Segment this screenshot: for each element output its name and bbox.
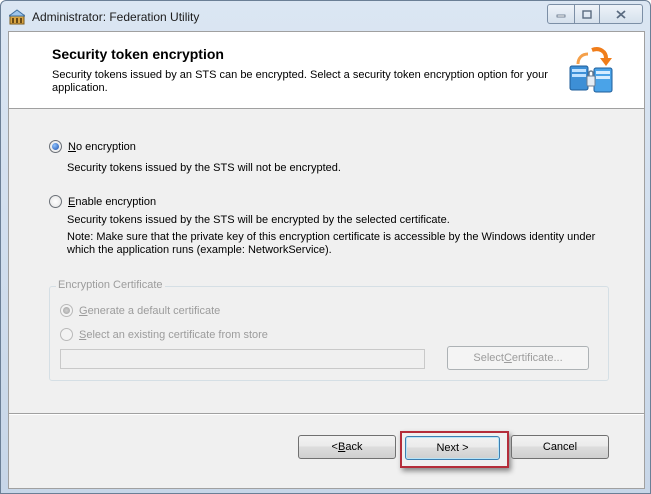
select-existing-certificate-label[interactable]: Select an existing certificate from stor… — [79, 329, 268, 341]
certificate-path-field[interactable] — [60, 349, 425, 369]
wizard-client-area: Security token encryption Security token… — [8, 31, 645, 489]
caption-buttons — [547, 4, 643, 24]
window-title: Administrator: Federation Utility — [32, 10, 200, 24]
close-button[interactable] — [600, 4, 643, 24]
enable-encryption-label[interactable]: Enable encryption — [68, 196, 156, 208]
no-encryption-description: Security tokens issued by the STS will n… — [67, 162, 341, 174]
select-existing-certificate-option[interactable]: Select an existing certificate from stor… — [60, 328, 268, 341]
select-existing-certificate-radio[interactable] — [60, 328, 73, 341]
select-certificate-button[interactable]: Select Certificate... — [447, 346, 589, 370]
no-encryption-label[interactable]: No encryption — [68, 141, 136, 153]
minimize-button[interactable] — [547, 4, 575, 24]
generate-certificate-label[interactable]: Generate a default certificate — [79, 305, 220, 317]
federation-utility-window: Administrator: Federation Utility Securi… — [0, 0, 651, 494]
enable-encryption-radio[interactable] — [49, 195, 62, 208]
encryption-certificate-group-label: Encryption Certificate — [56, 279, 165, 291]
wizard-header: Security token encryption Security token… — [9, 32, 644, 109]
enable-encryption-option[interactable]: Enable encryption — [49, 195, 156, 208]
federation-app-icon — [9, 9, 25, 25]
cancel-button[interactable]: Cancel — [511, 435, 609, 459]
no-encryption-option[interactable]: No encryption — [49, 140, 136, 153]
next-button[interactable]: Next > — [405, 436, 500, 460]
footer-separator — [9, 413, 644, 415]
page-title: Security token encryption — [52, 46, 224, 62]
no-encryption-radio[interactable] — [49, 140, 62, 153]
enable-encryption-description: Security tokens issued by the STS will b… — [67, 214, 450, 226]
maximize-button[interactable] — [575, 4, 600, 24]
encryption-servers-icon — [569, 47, 613, 93]
page-description: Security tokens issued by an STS can be … — [52, 69, 548, 94]
generate-certificate-radio[interactable] — [60, 304, 73, 317]
encryption-certificate-group: Encryption Certificate Generate a defaul… — [49, 279, 609, 381]
encryption-note: Note: Make sure that the private key of … — [67, 231, 596, 256]
back-button[interactable]: < Back — [298, 435, 396, 459]
maximize-icon — [582, 9, 592, 19]
generate-certificate-option[interactable]: Generate a default certificate — [60, 304, 220, 317]
title-bar[interactable]: Administrator: Federation Utility — [1, 1, 650, 32]
minimize-icon — [556, 14, 566, 18]
close-icon — [616, 9, 626, 19]
